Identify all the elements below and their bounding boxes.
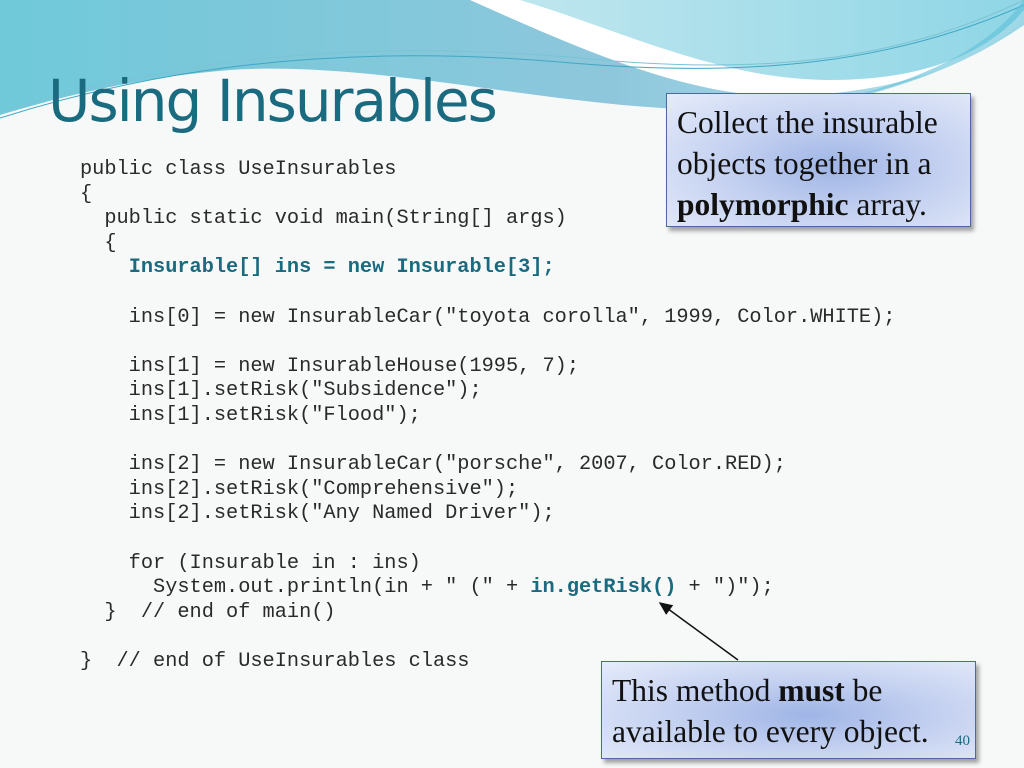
code-line: ins[1].setRisk("Flood"); bbox=[80, 404, 895, 429]
code-line: ins[2].setRisk("Any Named Driver"); bbox=[80, 502, 895, 527]
callout-line: Collect the insurable bbox=[677, 105, 938, 140]
code-text: { bbox=[80, 231, 117, 255]
code-line: System.out.println(in + " (" + in.getRis… bbox=[80, 576, 895, 601]
highlighted-array-declaration: Insurable[] ins = new Insurable[3]; bbox=[128, 256, 555, 280]
code-line: ins[0] = new InsurableCar("toyota coroll… bbox=[80, 305, 896, 331]
page-number: 40 bbox=[955, 733, 970, 749]
code-text: + ")"); bbox=[676, 576, 774, 600]
code-line: ins[2].setRisk("Comprehensive"); bbox=[80, 478, 895, 503]
callout-text: This method bbox=[612, 673, 779, 708]
code-text: } // end of main() bbox=[80, 600, 336, 624]
callout-line: objects together in a bbox=[677, 146, 932, 181]
code-block: public class UseInsurables{ public stati… bbox=[80, 158, 895, 674]
callout-text: be bbox=[844, 673, 883, 708]
code-text: public class UseInsurables bbox=[80, 158, 397, 181]
callout-bold-term: polymorphic bbox=[677, 187, 849, 222]
highlighted-getrisk-call: in.getRisk() bbox=[530, 576, 677, 600]
callout-polymorphic-array: Collect the insurable objects together i… bbox=[666, 93, 971, 227]
code-text: System.out.println(in + " (" + bbox=[80, 576, 531, 600]
code-text: ins[1].setRisk("Subsidence"); bbox=[80, 379, 482, 403]
code-text: ins[0] = new InsurableCar("toyota coroll… bbox=[80, 305, 896, 329]
callout-method-available: This method must be available to every o… bbox=[601, 661, 976, 759]
code-line: } // end of main() bbox=[80, 601, 895, 626]
callout-line: polymorphic array. bbox=[677, 184, 960, 225]
code-line: Insurable[] ins = new Insurable[3]; bbox=[80, 256, 895, 281]
code-line: ins[1].setRisk("Subsidence"); bbox=[80, 379, 895, 404]
code-line: for (Insurable in : ins) bbox=[80, 552, 895, 577]
code-text: ins[1] = new InsurableHouse(1995, 7); bbox=[80, 354, 579, 378]
code-text: public static void main(String[] args) bbox=[80, 207, 567, 231]
callout-line: available to every object. bbox=[612, 714, 929, 749]
code-line: { bbox=[80, 232, 895, 257]
code-text: { bbox=[80, 182, 93, 206]
code-line: ins[2] = new InsurableCar("porsche", 200… bbox=[80, 453, 895, 478]
code-text: ins[2].setRisk("Any Named Driver"); bbox=[80, 502, 555, 526]
code-text: } // end of UseInsurables class bbox=[80, 649, 470, 673]
code-text: ins[1].setRisk("Flood"); bbox=[80, 403, 421, 427]
callout-bold-term: must bbox=[778, 673, 845, 708]
code-text: ins[2].setRisk("Comprehensive"); bbox=[80, 477, 519, 501]
callout-line: This method must be bbox=[612, 670, 965, 711]
slide-title: Using Insurables bbox=[48, 67, 498, 135]
callout-text: array. bbox=[848, 187, 927, 222]
code-text: for (Insurable in : ins) bbox=[80, 551, 421, 575]
code-line: ins[1] = new InsurableHouse(1995, 7); bbox=[80, 355, 895, 380]
code-text: ins[2] = new InsurableCar("porsche", 200… bbox=[80, 453, 786, 477]
